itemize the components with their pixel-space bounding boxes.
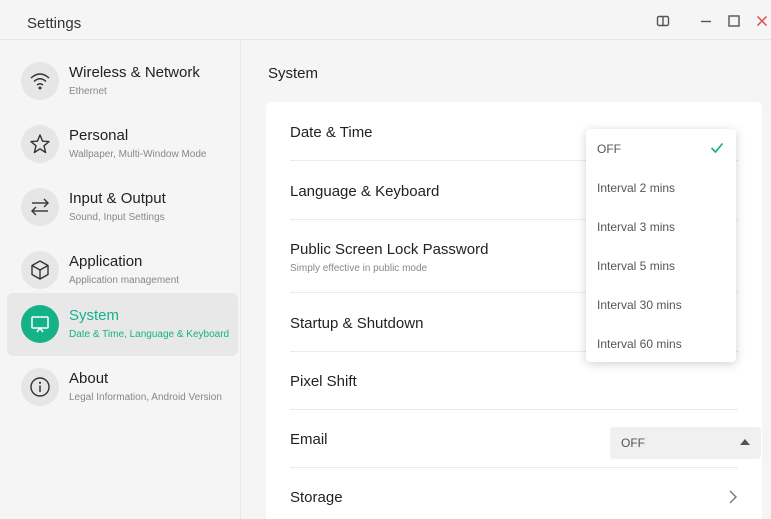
sidebar-item-input-output[interactable]: Input & Output Sound, Input Settings [7,176,238,239]
option-interval-60[interactable]: Interval 60 mins [586,324,736,363]
maximize-icon[interactable] [727,14,741,28]
sidebar-item-subtitle: Wallpaper, Multi-Window Mode [69,149,207,160]
option-label: OFF [597,142,621,156]
option-interval-5[interactable]: Interval 5 mins [586,246,736,285]
close-icon[interactable] [755,14,769,28]
sidebar-item-subtitle: Application management [69,275,180,286]
sidebar-item-subtitle: Sound, Input Settings [69,212,165,223]
sidebar-item-label: System [69,307,120,324]
option-label: Interval 5 mins [597,259,676,273]
row-subtitle: Simply effective in public mode [290,263,428,274]
select-value: OFF [621,436,645,450]
option-interval-2[interactable]: Interval 2 mins [586,168,736,207]
sidebar-item-subtitle: Date & Time, Language & Keyboard [69,329,230,340]
sidebar-item-about[interactable]: About Legal Information, Android Version [7,356,238,419]
row-label: Date & Time [290,124,373,141]
row-label: Public Screen Lock Password [290,241,489,258]
option-off[interactable]: OFF [586,129,736,168]
star-icon [21,125,59,163]
option-interval-3[interactable]: Interval 3 mins [586,207,736,246]
row-storage[interactable]: Storage [290,468,738,519]
option-label: Interval 60 mins [597,337,682,351]
row-label: Language & Keyboard [290,183,440,200]
option-interval-30[interactable]: Interval 30 mins [586,285,736,324]
sidebar-item-label: Application [69,253,143,270]
sidebar-item-personal[interactable]: Personal Wallpaper, Multi-Window Mode [7,113,238,176]
pixel-shift-select[interactable]: OFF [610,427,761,459]
option-label: Interval 3 mins [597,220,676,234]
sidebar-item-label: Input & Output [69,190,166,207]
sidebar-item-label: Personal [69,127,129,144]
sidebar-item-label: Wireless & Network [69,64,200,81]
pixel-shift-dropdown: OFF Interval 2 mins Interval 3 mins Inte… [586,129,736,362]
sidebar-item-subtitle: Legal Information, Android Version [69,392,222,403]
monitor-icon [21,305,59,343]
option-label: Interval 2 mins [597,181,676,195]
row-label: Startup & Shutdown [290,315,424,332]
swap-icon [21,188,59,226]
minimize-icon[interactable] [699,14,713,28]
sidebar: Wireless & Network Ethernet Personal Wal… [0,40,241,519]
split-view-icon[interactable] [656,14,670,28]
sidebar-item-subtitle: Ethernet [69,86,107,97]
checkmark-icon [710,141,724,154]
title-bar: Settings [0,0,771,40]
page-title: System [268,65,319,82]
window-title: Settings [27,15,82,32]
sidebar-item-label: About [69,370,109,387]
row-label: Pixel Shift [290,373,357,390]
chevron-right-icon [728,490,738,504]
option-label: Interval 30 mins [597,298,682,312]
row-label: Storage [290,489,343,506]
sidebar-item-system[interactable]: System Date & Time, Language & Keyboard [7,293,238,356]
info-icon [21,368,59,406]
sidebar-item-wireless-network[interactable]: Wireless & Network Ethernet [7,50,238,113]
row-label: Email [290,431,328,448]
caret-up-icon [740,439,750,445]
wifi-icon [21,62,59,100]
cube-icon [21,251,59,289]
